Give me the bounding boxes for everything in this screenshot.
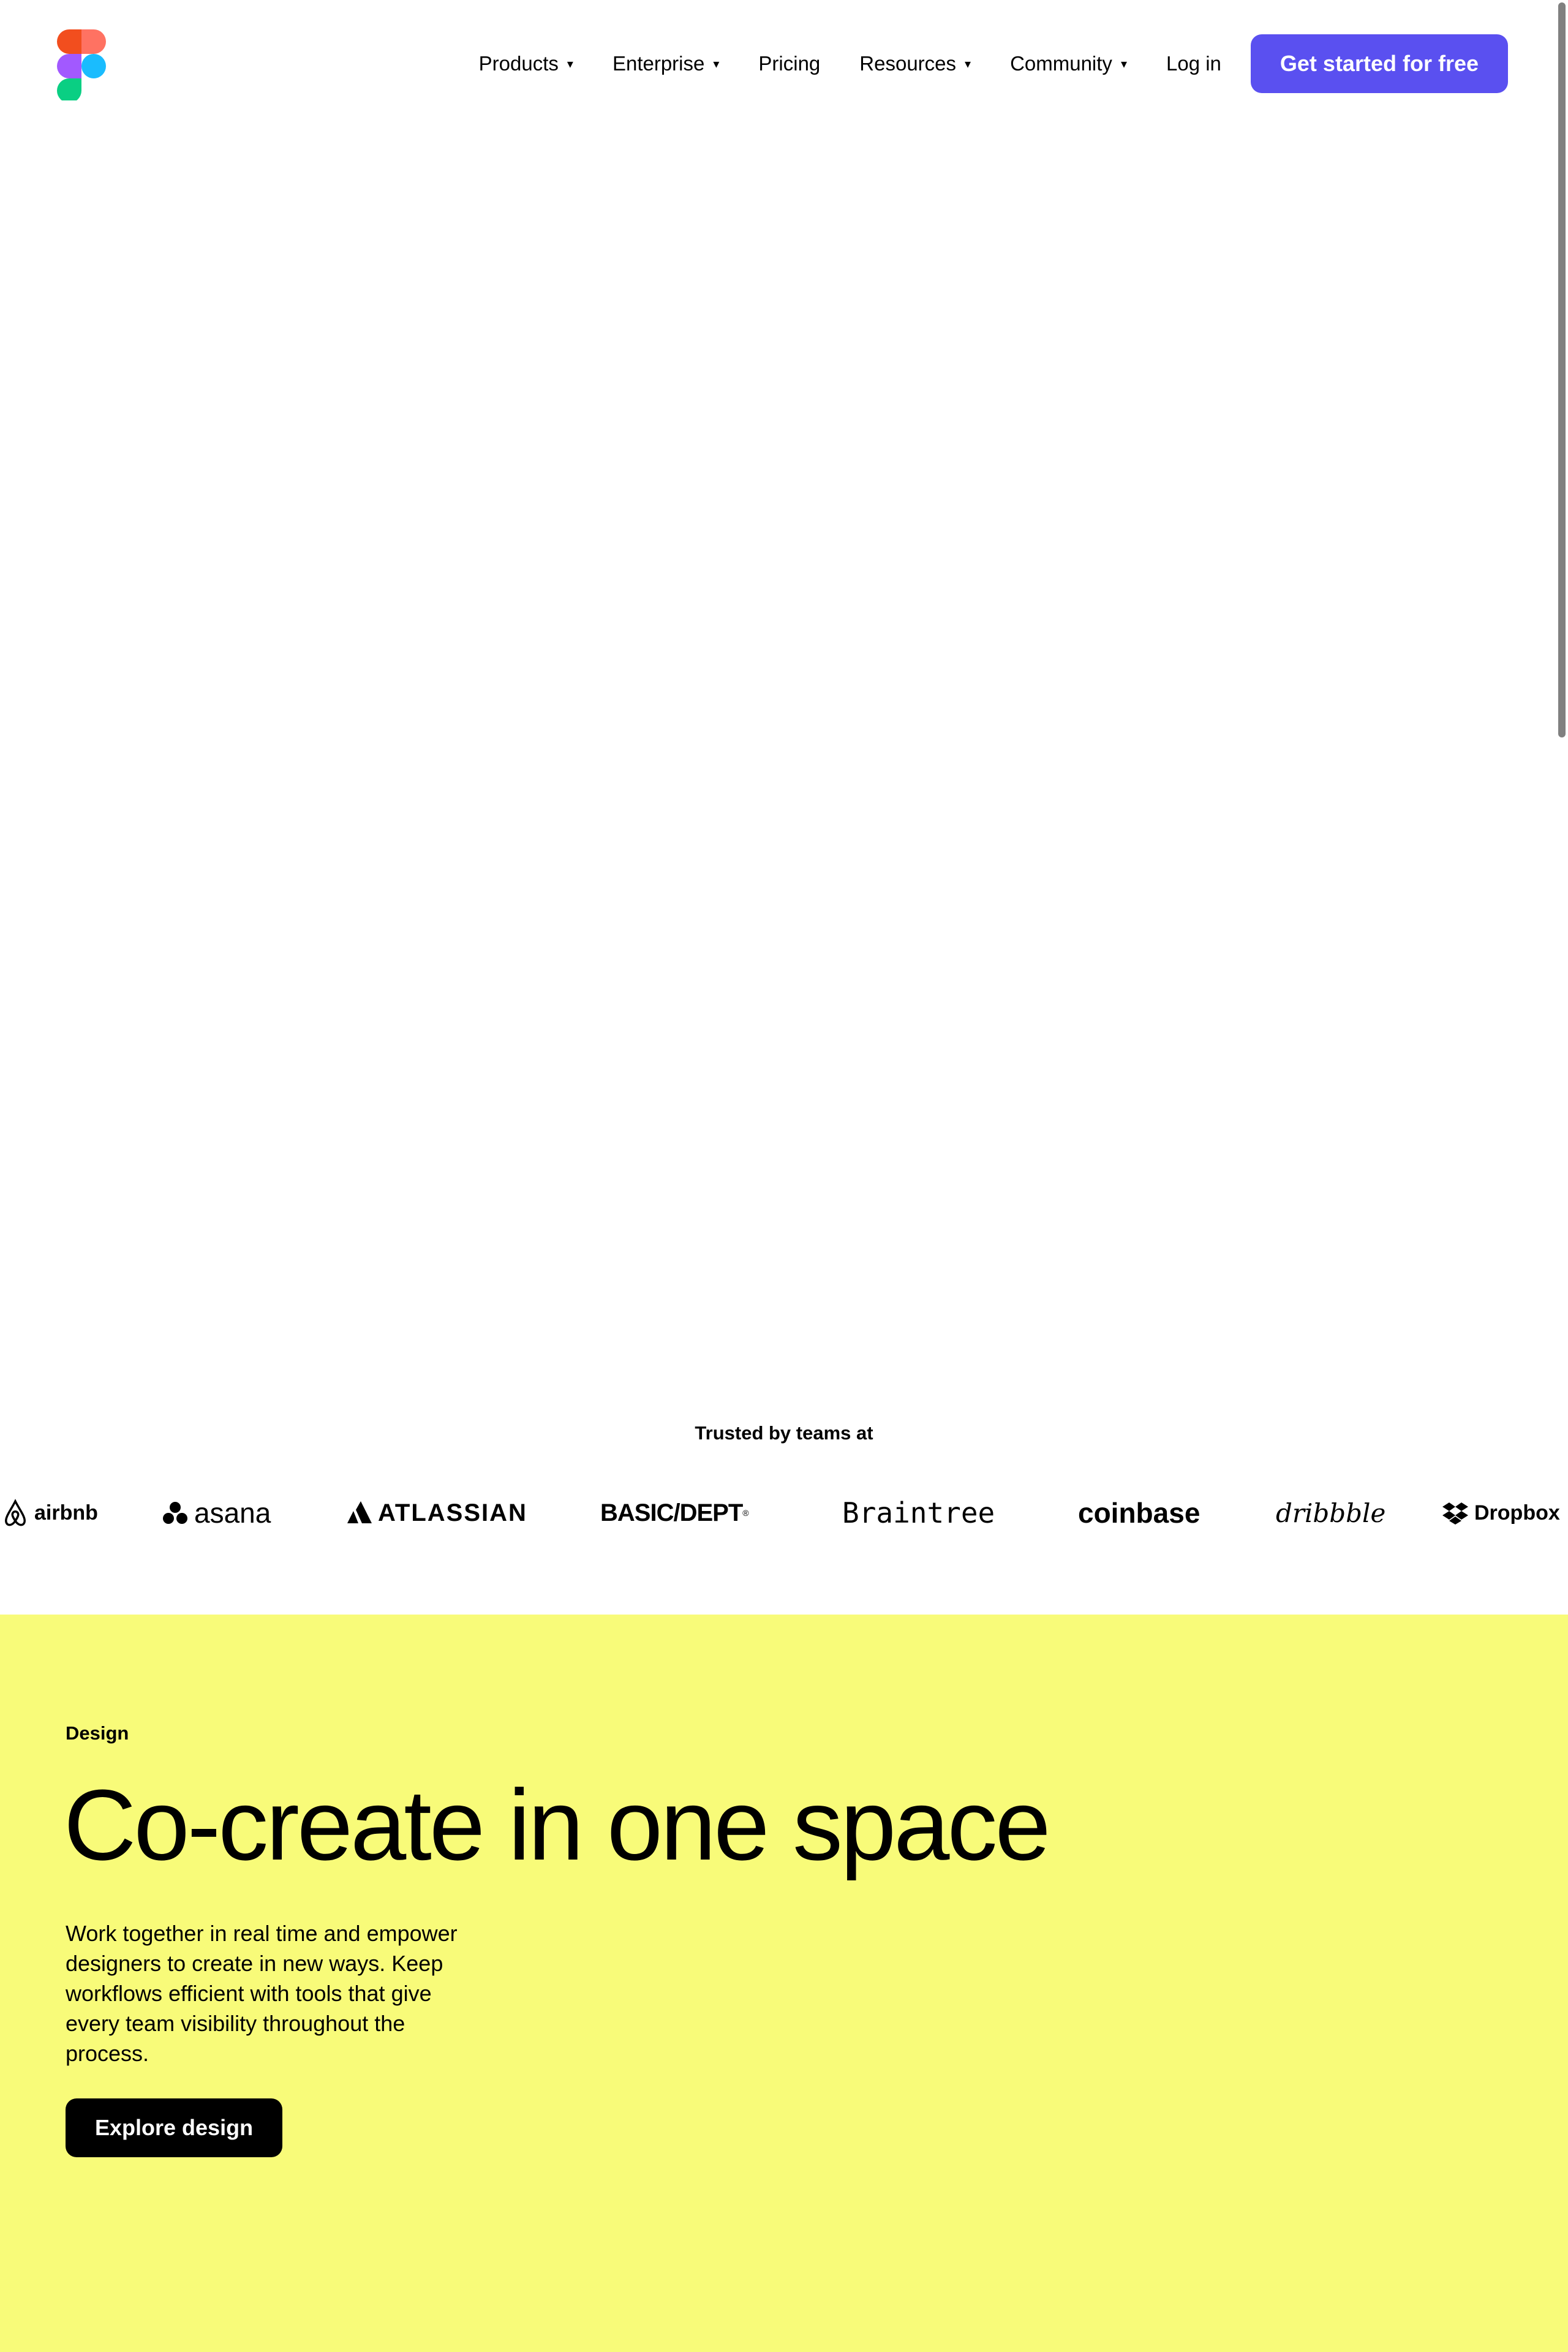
nav-community[interactable]: Community ▾	[1010, 52, 1127, 75]
section-title: Co-create in one space	[64, 1769, 1051, 1881]
nav-pricing[interactable]: Pricing	[758, 52, 820, 75]
dropbox-wordmark: Dropbox	[1474, 1501, 1560, 1525]
get-started-button[interactable]: Get started for free	[1250, 34, 1508, 93]
main-nav: Products ▾ Enterprise ▾ Pricing Resource…	[479, 34, 1508, 93]
asana-logo: asana	[162, 1494, 271, 1531]
explore-design-button[interactable]: Explore design	[66, 2098, 283, 2157]
braintree-wordmark: Braintree	[842, 1496, 995, 1529]
asana-wordmark: asana	[194, 1497, 271, 1529]
chevron-down-icon: ▾	[713, 57, 720, 71]
airbnb-icon	[5, 1499, 26, 1526]
nav-community-label: Community	[1010, 52, 1112, 75]
coinbase-logo: coinbase	[1078, 1494, 1200, 1531]
basic-dept-wordmark: BASIC/DEPT	[600, 1499, 743, 1526]
airbnb-wordmark: airbnb	[34, 1501, 98, 1525]
nav-products-label: Products	[478, 52, 559, 75]
airbnb-logo: airbnb	[2, 1494, 98, 1531]
chevron-down-icon: ▾	[567, 57, 573, 71]
section-description: Work together in real time and empower d…	[66, 1921, 458, 2066]
customer-logos: airbnb asana ATLASSIAN BASIC/DEPT ® Brain…	[0, 1494, 1568, 1531]
braintree-logo: Braintree	[842, 1494, 995, 1531]
dribbble-logo: dribbble	[1276, 1494, 1385, 1531]
design-section: Design Co-create in one space Work toget…	[0, 1615, 1568, 2352]
nav-pricing-label: Pricing	[758, 52, 821, 75]
section-label: Design	[66, 1722, 129, 1744]
figma-logo-icon[interactable]	[57, 28, 107, 103]
dropbox-logo: Dropbox	[1442, 1494, 1560, 1531]
scrollbar-thumb[interactable]	[1558, 2, 1566, 737]
registered-mark-icon: ®	[742, 1508, 748, 1518]
atlassian-logo: ATLASSIAN	[347, 1494, 527, 1531]
nav-enterprise-label: Enterprise	[612, 52, 705, 75]
asana-icon	[163, 1502, 187, 1524]
atlassian-wordmark: ATLASSIAN	[378, 1499, 527, 1526]
dropbox-icon	[1442, 1502, 1468, 1525]
nav-resources[interactable]: Resources ▾	[859, 52, 971, 75]
dribbble-wordmark: dribbble	[1276, 1498, 1386, 1528]
atlassian-icon	[347, 1501, 372, 1523]
nav-products[interactable]: Products ▾	[479, 52, 573, 75]
basic-dept-logo: BASIC/DEPT ®	[600, 1494, 749, 1531]
chevron-down-icon: ▾	[1120, 57, 1127, 71]
trusted-heading: Trusted by teams at	[695, 1422, 873, 1444]
nav-resources-label: Resources	[859, 52, 957, 75]
nav-enterprise[interactable]: Enterprise ▾	[612, 52, 719, 75]
coinbase-wordmark: coinbase	[1078, 1497, 1200, 1529]
login-link[interactable]: Log in	[1166, 52, 1221, 75]
chevron-down-icon: ▾	[965, 57, 971, 71]
